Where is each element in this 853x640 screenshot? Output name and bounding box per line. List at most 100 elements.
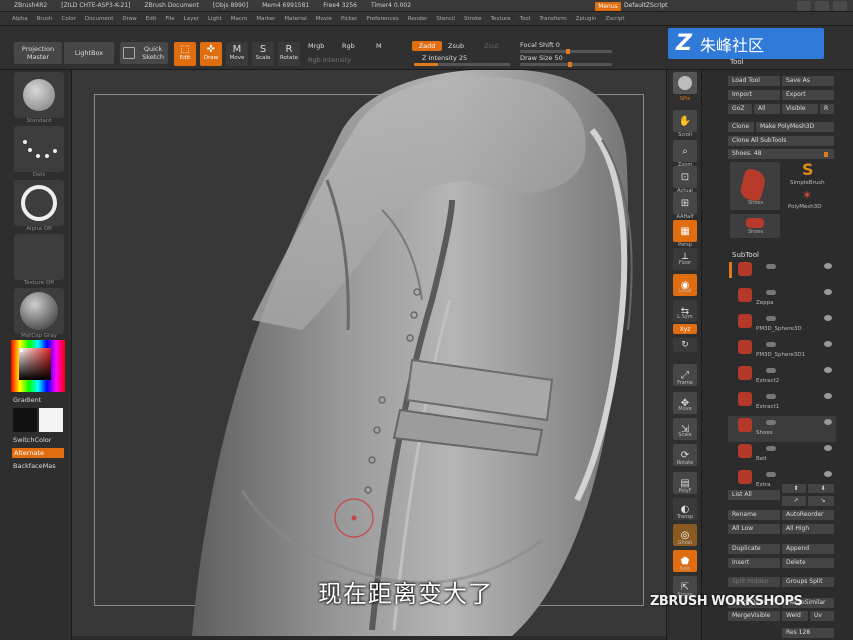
edit-button[interactable]: ⬚ Edit [174, 42, 196, 66]
menu-item[interactable]: Light [208, 16, 222, 22]
make-polymesh-button[interactable]: Make PolyMesh3D [756, 122, 834, 132]
all-high-button[interactable]: All High [782, 524, 834, 534]
z-intensity-slider[interactable] [414, 63, 510, 66]
shoe-model[interactable] [72, 70, 666, 636]
groups-split-button[interactable]: Groups Split [782, 577, 834, 587]
brush-thumbnail[interactable] [14, 72, 64, 118]
eye-icon[interactable] [824, 445, 832, 451]
rotate-button[interactable]: R Rotate [278, 42, 300, 66]
subtool-header[interactable]: SubTool [732, 251, 759, 259]
subtool-toggle[interactable] [766, 290, 776, 295]
menu-item[interactable]: Edit [146, 16, 157, 22]
persp-button[interactable]: ▦ [673, 220, 697, 242]
zcut-toggle[interactable]: Zcut [484, 42, 499, 50]
menu-item[interactable]: Texture [491, 16, 511, 22]
subtool-row[interactable]: Extract2 [728, 364, 836, 390]
m-toggle[interactable]: M [376, 42, 382, 50]
subtool-toggle[interactable] [766, 316, 776, 321]
list-all-button[interactable]: List All [728, 490, 780, 500]
eye-icon[interactable] [824, 289, 832, 295]
menu-item[interactable]: Brush [37, 16, 53, 22]
tool-thumb-shoes-small[interactable]: Shoes [730, 214, 780, 238]
alpha-thumbnail[interactable] [14, 180, 64, 226]
menu-item[interactable]: Layer [184, 16, 199, 22]
material-thumbnail[interactable] [14, 288, 64, 334]
menu-item[interactable]: Transform [539, 16, 566, 22]
menu-item[interactable]: Render [408, 16, 428, 22]
menu-item[interactable]: Zplugin [576, 16, 597, 22]
eye-icon[interactable] [824, 393, 832, 399]
subtool-row[interactable] [728, 260, 836, 286]
mrgb-toggle[interactable]: Mrgb [308, 42, 324, 50]
eye-icon[interactable] [824, 341, 832, 347]
menu-item[interactable]: Draw [122, 16, 136, 22]
floor-button[interactable]: ┴ [673, 248, 697, 270]
save-as-button[interactable]: Save As [782, 76, 834, 86]
tool-thumb-shoes[interactable]: Shoes [730, 162, 780, 210]
color-picker[interactable] [11, 340, 65, 392]
menu-item[interactable]: Preferences [366, 16, 398, 22]
menu-item[interactable]: Tool [520, 16, 531, 22]
focal-shift-slider[interactable] [520, 49, 612, 54]
menu-item[interactable]: Movie [316, 16, 332, 22]
autoreorder-button[interactable]: AutoReorder [782, 510, 834, 520]
gradient-toggle[interactable]: Gradient [13, 396, 41, 404]
menus-button[interactable]: Menus [595, 2, 621, 11]
move-down-arrow-icon[interactable]: ⬇ [808, 484, 834, 493]
split-hidden-button[interactable]: Split Hidden [728, 577, 780, 587]
eye-icon[interactable] [824, 315, 832, 321]
shoes-slider[interactable]: Shoes. 48 [728, 149, 834, 159]
subtool-row[interactable]: PM3D_Sphere3D [728, 312, 836, 338]
import-button[interactable]: Import [728, 90, 780, 100]
rename-button[interactable]: Rename [728, 510, 780, 520]
zadd-toggle[interactable]: Zadd [412, 41, 442, 51]
subtool-toggle[interactable] [766, 264, 776, 269]
zoom-button[interactable]: ⌕ [673, 140, 697, 162]
subtool-toggle[interactable] [766, 368, 776, 373]
duplicate-button[interactable]: Duplicate [728, 544, 780, 554]
polymesh3d-thumb[interactable]: ✶ PolyMesh3D [788, 188, 832, 214]
actual-button[interactable]: ⊡ [673, 166, 697, 188]
draw-button[interactable]: ✜ Draw [200, 42, 222, 66]
res-slider[interactable]: Res 128 [782, 628, 834, 638]
merge-visible-button[interactable]: MergeVisible [728, 611, 780, 621]
close-button[interactable] [833, 1, 847, 11]
menu-item[interactable]: Alpha [12, 16, 28, 22]
menu-item[interactable]: Marker [256, 16, 275, 22]
switch-color-button[interactable]: SwitchColor [13, 436, 51, 444]
eye-icon[interactable] [824, 419, 832, 425]
all-button[interactable]: All [754, 104, 780, 114]
subtool-toggle[interactable] [766, 472, 776, 477]
insert-button[interactable]: Insert [728, 558, 780, 568]
menu-item[interactable]: Zscript [605, 16, 624, 22]
delete-button[interactable]: Delete [782, 558, 834, 568]
r-button[interactable]: R [820, 104, 834, 114]
menu-item[interactable]: Stroke [464, 16, 482, 22]
scale-button[interactable]: S Scale [252, 42, 274, 66]
rotate-axis-button[interactable]: ↻ [673, 338, 697, 352]
subtool-scroll-handle[interactable] [729, 262, 732, 278]
clone-all-subtools-button[interactable]: Clone All SubTools [728, 136, 834, 146]
lightbox-button[interactable]: LightBox [64, 42, 114, 64]
visible-button[interactable]: Visible [782, 104, 818, 114]
bpr-button[interactable] [673, 72, 697, 94]
clone-button[interactable]: Clone [728, 122, 754, 132]
tool-title[interactable]: Tool [730, 58, 744, 66]
weld-button[interactable]: Weld [782, 611, 808, 621]
menu-item[interactable]: Color [62, 16, 76, 22]
rgb-intensity-slider[interactable]: Rgb Intensity [308, 56, 351, 64]
eye-icon[interactable] [824, 263, 832, 269]
eye-icon[interactable] [824, 471, 832, 477]
secondary-color-swatch[interactable] [39, 408, 63, 432]
load-tool-button[interactable]: Load Tool [728, 76, 780, 86]
export-button[interactable]: Export [782, 90, 834, 100]
backface-mask-toggle[interactable]: BackfaceMas [13, 462, 56, 470]
subtool-row[interactable]: PM3D_Sphere3D1 [728, 338, 836, 364]
spix-label[interactable]: SPix [668, 96, 702, 102]
menu-item[interactable]: File [165, 16, 174, 22]
projection-master-button[interactable]: Projection Master [14, 42, 62, 64]
move-button[interactable]: M Move [226, 42, 248, 66]
scroll-button[interactable]: ✋ [673, 110, 697, 132]
all-low-button[interactable]: All Low [728, 524, 780, 534]
goz-button[interactable]: GoZ [728, 104, 752, 114]
